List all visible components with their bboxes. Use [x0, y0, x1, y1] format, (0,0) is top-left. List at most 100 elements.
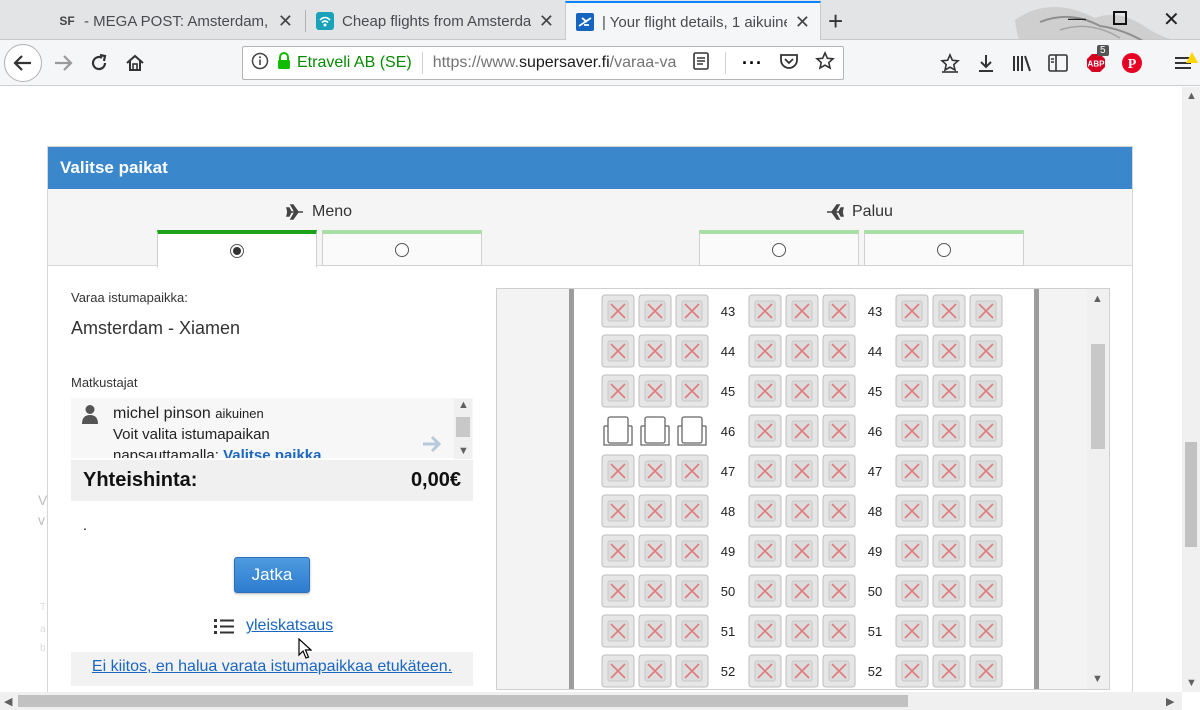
row-number: 49 [720, 544, 736, 559]
occupied-seat [601, 534, 635, 568]
segment-radio[interactable] [937, 242, 951, 257]
close-tab-icon[interactable]: ✕ [795, 12, 810, 33]
occupied-seat [969, 294, 1003, 328]
available-seat[interactable] [601, 414, 635, 448]
available-seat[interactable] [638, 414, 672, 448]
occupied-seat [638, 614, 672, 648]
library-icon[interactable] [1009, 50, 1035, 76]
bookmark-star-icon[interactable] [815, 50, 835, 76]
tab-title: | Your flight details, 1 aikuinen [602, 13, 787, 31]
occupied-seat [822, 374, 856, 408]
pocket-icon[interactable] [779, 52, 799, 75]
occupied-seat [969, 614, 1003, 648]
back-arrow-icon [13, 55, 31, 71]
info-icon[interactable] [251, 52, 273, 75]
page-actions-icon[interactable]: ··· [742, 53, 763, 74]
arrow-right-icon[interactable] [421, 435, 443, 458]
user-icon [81, 404, 99, 429]
plane-icon [576, 13, 594, 31]
return-heading: Paluu [824, 203, 893, 221]
forward-arrow-icon [55, 55, 73, 71]
new-tab-button[interactable]: + [828, 6, 843, 37]
occupied-seat [785, 454, 819, 488]
outbound-segment-2-tab[interactable] [322, 230, 482, 266]
sidebar-icon[interactable] [1045, 50, 1071, 76]
segment-radio[interactable] [230, 243, 244, 258]
reload-button[interactable] [84, 49, 114, 77]
occupied-seat [675, 374, 709, 408]
total-label: Yhteishinta: [83, 469, 198, 491]
overview-link[interactable]: yleiskatsaus [246, 617, 333, 635]
occupied-seat [895, 534, 929, 568]
occupied-seat [675, 534, 709, 568]
outbound-heading: Meno [286, 203, 352, 221]
return-segment-1-tab[interactable] [699, 230, 859, 266]
tab-cheap-flights[interactable]: Cheap flights from Amsterdam ✕ [306, 3, 564, 39]
return-segment-2-tab[interactable] [864, 230, 1024, 266]
panel-title: Valitse paikat [48, 147, 1132, 189]
passenger-list-scrollbar[interactable]: ▲ ▼ [454, 399, 472, 459]
site-identity[interactable]: Etraveli AB (SE) [297, 54, 412, 72]
segment-radio[interactable] [772, 242, 786, 257]
outbound-segment-1-tab[interactable] [157, 230, 317, 268]
reader-view-icon[interactable] [693, 51, 709, 75]
note-dot: . [83, 517, 87, 533]
close-window-button[interactable]: ✕ [1163, 7, 1180, 32]
occupied-seat [675, 294, 709, 328]
occupied-seat [785, 534, 819, 568]
background-fragment: T [40, 602, 47, 613]
occupied-seat [969, 374, 1003, 408]
skip-seat-link[interactable]: Ei kiitos, en halua varata istumapaikkaa… [92, 658, 452, 676]
segment-radio[interactable] [395, 242, 409, 257]
skip-seat-box: Ei kiitos, en halua varata istumapaikkaa… [71, 652, 473, 686]
close-tab-icon[interactable]: ✕ [539, 11, 554, 32]
mouse-cursor-icon [298, 638, 312, 659]
occupied-seat [638, 574, 672, 608]
url-text[interactable]: https://www.supersaver.fi/varaa-va [433, 54, 681, 72]
seat-map-scrollbar[interactable]: ▲ ▼ [1087, 289, 1109, 689]
forward-button[interactable] [48, 49, 78, 77]
occupied-seat [822, 534, 856, 568]
occupied-seat [895, 574, 929, 608]
lock-icon[interactable] [277, 52, 291, 74]
maximize-button[interactable] [1113, 9, 1127, 30]
continue-button[interactable]: Jatka [234, 557, 310, 593]
overview-link-row[interactable]: yleiskatsaus [214, 617, 333, 635]
occupied-seat [675, 454, 709, 488]
home-button[interactable] [120, 49, 150, 77]
tab-strip: SF - MEGA POST: Amsterdam, Net ✕ Cheap f… [0, 0, 1200, 86]
bookmark-manager-icon[interactable] [937, 50, 963, 76]
occupied-seat [969, 334, 1003, 368]
book-seat-label: Varaa istumapaikka: [71, 290, 188, 305]
tab-title: - MEGA POST: Amsterdam, Net [84, 12, 270, 30]
pinterest-icon[interactable]: P [1119, 50, 1145, 76]
row-number: 50 [867, 584, 883, 599]
select-seat-link[interactable]: Valitse paikka [223, 447, 321, 458]
close-tab-icon[interactable]: ✕ [278, 11, 293, 32]
occupied-seat [969, 534, 1003, 568]
page-vertical-scrollbar[interactable]: ▲ ▼ [1182, 87, 1200, 692]
travelers-label: Matkustajat [71, 375, 138, 390]
address-bar[interactable]: Etraveli AB (SE) https://www.supersaver.… [242, 46, 844, 80]
back-button[interactable] [4, 44, 42, 82]
occupied-seat [601, 574, 635, 608]
home-icon [126, 54, 144, 71]
minimize-button[interactable]: — [1068, 8, 1086, 29]
occupied-seat [895, 374, 929, 408]
occupied-seat [785, 294, 819, 328]
occupied-seat [601, 494, 635, 528]
row-number: 51 [720, 624, 736, 639]
download-icon[interactable] [973, 50, 999, 76]
sf-favicon-icon: SF [59, 14, 75, 28]
occupied-seat [748, 534, 782, 568]
occupied-seat [822, 294, 856, 328]
tab-flight-details[interactable]: | Your flight details, 1 aikuinen ✕ [565, 1, 821, 41]
row-number: 50 [720, 584, 736, 599]
row-number: 47 [867, 464, 883, 479]
available-seat[interactable] [675, 414, 709, 448]
occupied-seat [748, 574, 782, 608]
tab-mega-post[interactable]: SF - MEGA POST: Amsterdam, Net ✕ [48, 3, 303, 39]
page-horizontal-scrollbar[interactable]: ◀ ▶ [0, 692, 1182, 710]
occupied-seat [785, 334, 819, 368]
total-price-bar: Yhteishinta: 0,00€ [71, 460, 473, 501]
